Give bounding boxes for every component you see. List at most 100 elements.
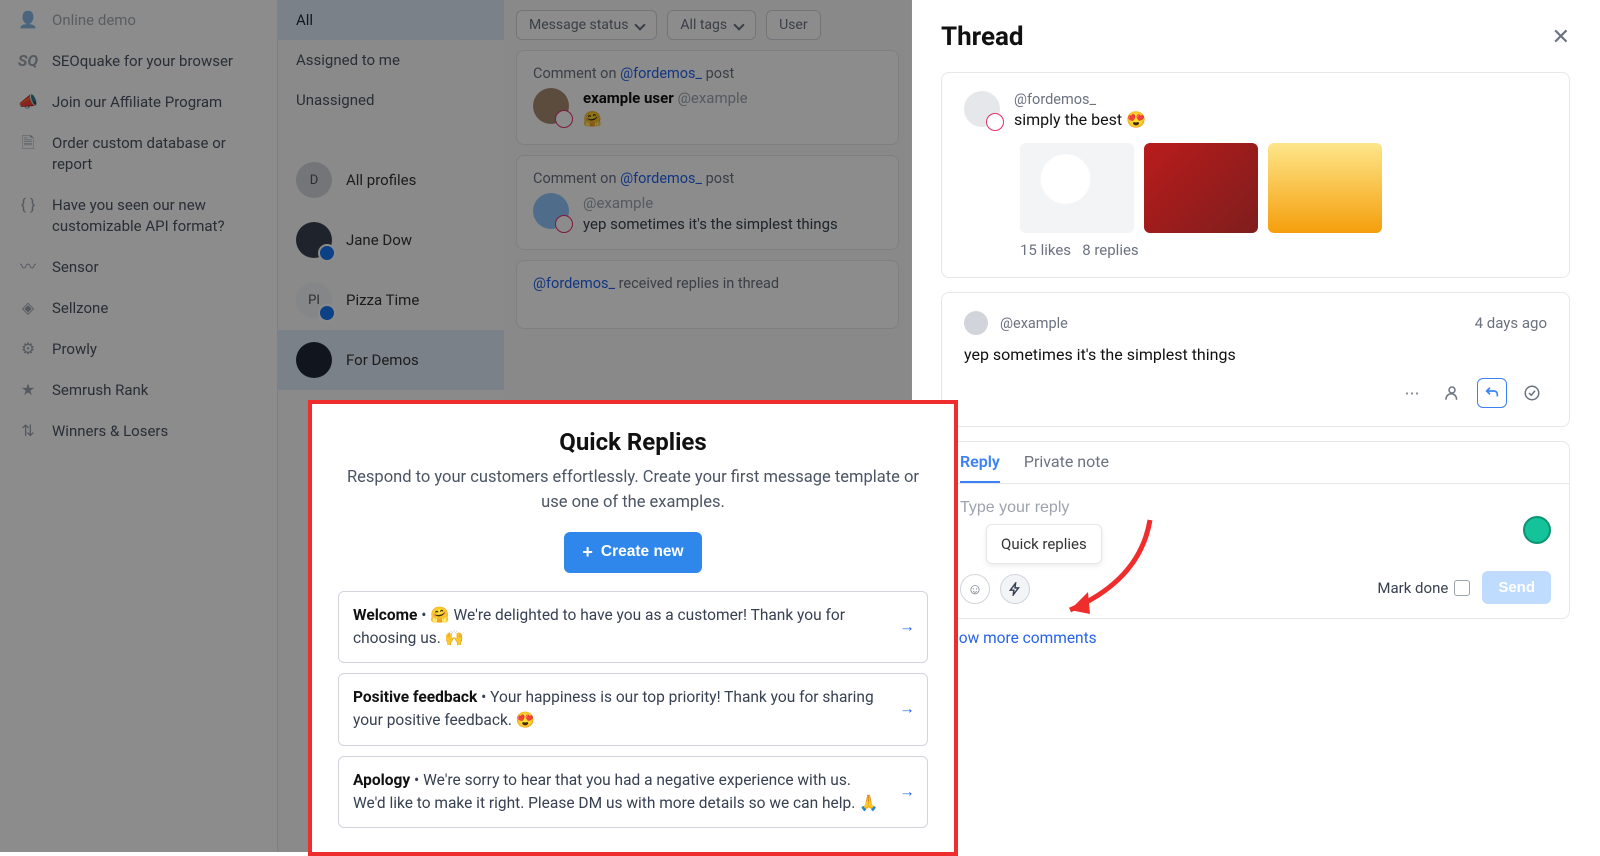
op-handle[interactable]: @fordemos_ — [1014, 91, 1146, 108]
feed-meta: @fordemos_ received replies in thread — [533, 275, 882, 292]
op-stats: 15 likes 8 replies — [1020, 241, 1547, 259]
profile-link[interactable]: @fordemos_ — [620, 170, 702, 187]
reply-body: yep sometimes it's the simplest things — [964, 345, 1547, 364]
op-avatar — [964, 91, 1000, 127]
sq-icon: SQ — [18, 51, 38, 71]
commenter-avatar — [533, 88, 569, 124]
feed-handle: @example — [677, 89, 747, 107]
sidebar-item-label: Have you seen our new customizable API f… — [52, 195, 259, 237]
sidebar-item-winners-losers[interactable]: ⇅ Winners & Losers — [0, 411, 277, 452]
filter-unassigned[interactable]: Unassigned — [278, 80, 504, 120]
megaphone-icon: 📣 — [18, 92, 38, 112]
sidebar-item-label: Winners & Losers — [52, 421, 168, 442]
feed-card[interactable]: Comment on @fordemos_ post @example yep … — [516, 155, 899, 250]
avatar — [296, 222, 332, 258]
original-post-card: @fordemos_ simply the best 😍 15 likes 8 … — [941, 72, 1570, 278]
sidebar-item-affiliate[interactable]: 📣Join our Affiliate Program — [0, 82, 277, 123]
quick-reply-template[interactable]: Positive feedback • Your happiness is ou… — [338, 673, 928, 746]
diamond-icon: ◈ — [18, 298, 38, 318]
emoji-picker-icon[interactable]: ☺ — [960, 574, 990, 604]
sidebar-item-sensor[interactable]: 〰Sensor — [0, 247, 277, 288]
quick-replies-icon[interactable] — [1000, 574, 1030, 604]
profile-all[interactable]: D All profiles — [278, 150, 504, 210]
filter-assigned[interactable]: Assigned to me — [278, 40, 504, 80]
show-more-link[interactable]: Show more comments — [941, 629, 1097, 647]
avatar: D — [296, 162, 332, 198]
profile-fordemos[interactable]: For Demos — [278, 330, 504, 390]
updown-icon: ⇅ — [18, 421, 38, 441]
chevron-down-icon — [635, 19, 646, 30]
profile-label: For Demos — [346, 351, 419, 369]
instagram-badge-icon — [555, 215, 573, 233]
thread-title: Thread — [941, 22, 1024, 52]
sidebar-item-sellzone[interactable]: ◈ Sellzone — [0, 288, 277, 329]
filter-all-tags[interactable]: All tags — [667, 10, 756, 40]
create-new-button[interactable]: + Create new — [564, 532, 701, 573]
profile-label: Pizza Time — [346, 291, 419, 309]
commenter-avatar — [533, 193, 569, 229]
filter-message-status[interactable]: Message status — [516, 10, 657, 40]
star-icon: ★ — [18, 380, 38, 400]
feed-card[interactable]: Comment on @fordemos_ post example user … — [516, 50, 899, 145]
more-icon[interactable]: ⋯ — [1397, 378, 1427, 408]
instagram-badge-icon — [555, 110, 573, 128]
sidebar-item-prowly[interactable]: ⚙ Prowly — [0, 329, 277, 370]
close-icon[interactable]: ✕ — [1552, 25, 1570, 50]
reply-timestamp: 4 days ago — [1475, 314, 1547, 332]
person-icon: 👤 — [18, 10, 38, 30]
braces-icon: { } — [18, 195, 38, 215]
swirl-icon: ⚙ — [18, 339, 38, 359]
sidebar-item-semrush-rank[interactable]: ★ Semrush Rank — [0, 370, 277, 411]
tab-reply[interactable]: Reply — [960, 452, 1000, 483]
feed-meta: Comment on @fordemos_ post — [533, 65, 882, 82]
profile-jane[interactable]: Jane Dow — [278, 210, 504, 270]
filter-all[interactable]: All — [278, 0, 504, 40]
chevron-down-icon — [733, 19, 744, 30]
profile-label: Jane Dow — [346, 231, 412, 249]
op-thumbnails — [1020, 143, 1547, 233]
mark-done-icon[interactable] — [1517, 378, 1547, 408]
document-icon: 🗎 — [18, 133, 38, 153]
quick-reply-template[interactable]: Apology • We're sorry to hear that you h… — [338, 756, 928, 829]
sidebar-item-label: Prowly — [52, 339, 97, 360]
post-image[interactable] — [1020, 143, 1134, 233]
mark-done-checkbox[interactable]: Mark done — [1377, 579, 1470, 597]
profile-link[interactable]: @fordemos_ — [620, 65, 702, 82]
post-image[interactable] — [1144, 143, 1258, 233]
tab-private-note[interactable]: Private note — [1024, 452, 1109, 483]
reply-input[interactable] — [960, 499, 1551, 517]
sidebar-item-api[interactable]: { } Have you seen our new customizable AP… — [0, 185, 277, 247]
reply-composer: Reply Private note Quick replies ☺ Mark … — [941, 441, 1570, 619]
post-image[interactable] — [1268, 143, 1382, 233]
arrow-right-icon: → — [900, 780, 916, 803]
op-message: simply the best 😍 — [1014, 110, 1146, 129]
filter-user[interactable]: User — [766, 10, 820, 40]
profile-label: All profiles — [346, 171, 416, 189]
send-button[interactable]: Send — [1482, 571, 1551, 604]
arrow-right-icon: → — [900, 698, 916, 721]
sidebar-item-label: Sensor — [52, 257, 99, 278]
quick-replies-modal: Quick Replies Respond to your customers … — [308, 400, 958, 856]
profile-pizza[interactable]: PI Pizza Time — [278, 270, 504, 330]
sidebar-item-label: Sellzone — [52, 298, 108, 319]
reply-icon[interactable] — [1477, 378, 1507, 408]
feed-body: 🤗 — [583, 109, 748, 130]
feed-card[interactable]: @fordemos_ received replies in thread — [516, 260, 899, 329]
sidebar-item-label: Semrush Rank — [52, 380, 148, 401]
sidebar-item-seoquake[interactable]: SQSEOquake for your browser — [0, 41, 277, 82]
plus-icon: + — [582, 542, 593, 563]
sidebar-item-label: Order custom database or report — [52, 133, 259, 175]
assign-user-icon[interactable] — [1437, 378, 1467, 408]
feed-handle: @example — [583, 194, 653, 212]
feed-meta: Comment on @fordemos_ post — [533, 170, 882, 187]
reply-handle[interactable]: @example — [1000, 315, 1068, 332]
modal-title: Quick Replies — [338, 428, 928, 456]
reply-card: @example 4 days ago yep sometimes it's t… — [941, 292, 1570, 427]
sidebar-item-online-demo[interactable]: 👤Online demo — [0, 0, 277, 41]
feed-body: yep sometimes it's the simplest things — [583, 214, 838, 235]
facebook-badge-icon — [318, 244, 336, 262]
quick-reply-template[interactable]: Welcome • 🤗 We're delighted to have you … — [338, 591, 928, 664]
sidebar-item-custom-db[interactable]: 🗎 Order custom database or report — [0, 123, 277, 185]
grammarly-icon[interactable] — [1523, 516, 1551, 544]
profile-link[interactable]: @fordemos_ — [533, 275, 615, 292]
